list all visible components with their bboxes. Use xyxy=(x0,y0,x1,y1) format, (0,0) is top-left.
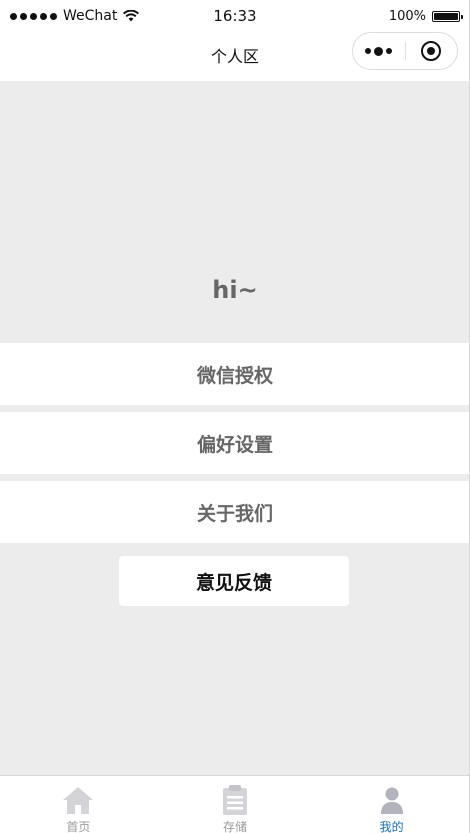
user-icon xyxy=(380,787,403,814)
battery-percentage: 100% xyxy=(388,8,426,24)
status-right: 100% xyxy=(388,0,463,32)
tab-label: 首页 xyxy=(66,820,91,833)
feedback-button[interactable]: 意见反馈 xyxy=(119,556,349,606)
battery-level-fill xyxy=(434,12,458,20)
menu-item-label: 偏好设置 xyxy=(196,433,273,456)
tab-mine[interactable]: 我的 xyxy=(313,776,469,833)
more-dots-icon[interactable] xyxy=(353,33,405,69)
tab-label: 存储 xyxy=(223,820,248,833)
tab-storage[interactable]: 存储 xyxy=(157,776,314,833)
tab-home[interactable]: 首页 xyxy=(0,776,157,833)
app-screen: WeChat 16:33 100% 个人区 hi~ 微信授权 偏好设置 关于我们… xyxy=(0,0,470,833)
about-us-button[interactable]: 关于我们 xyxy=(0,481,469,543)
tab-bar: 首页 存储 我的 xyxy=(0,775,469,833)
clipboard-icon xyxy=(223,785,247,815)
mini-program-capsule xyxy=(352,32,458,70)
menu-item-label: 微信授权 xyxy=(196,364,273,387)
close-circle-icon[interactable] xyxy=(405,33,457,69)
home-icon xyxy=(63,787,94,814)
navigation-bar: 个人区 xyxy=(0,32,469,81)
wechat-authorize-button[interactable]: 微信授权 xyxy=(0,343,469,405)
preferences-button[interactable]: 偏好设置 xyxy=(0,412,469,474)
feedback-label: 意见反馈 xyxy=(195,571,272,594)
menu-item-label: 关于我们 xyxy=(196,502,273,525)
battery-icon xyxy=(432,10,463,22)
tab-label: 我的 xyxy=(379,820,404,833)
status-bar: WeChat 16:33 100% xyxy=(0,0,469,32)
greeting-text: hi~ xyxy=(212,276,258,304)
